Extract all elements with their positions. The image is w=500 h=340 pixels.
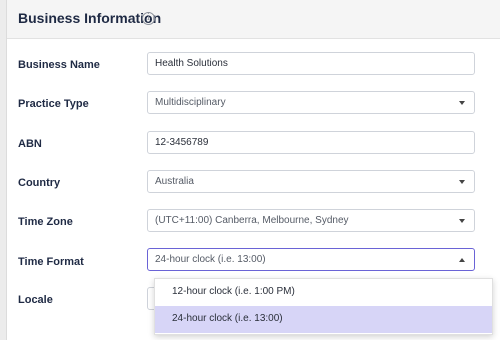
chevron-down-icon: [459, 219, 465, 223]
time-format-select[interactable]: 24-hour clock (i.e. 13:00): [147, 248, 475, 271]
time-zone-select[interactable]: (UTC+11:00) Canberra, Melbourne, Sydney: [147, 209, 475, 232]
dropdown-option-24-hour[interactable]: 24-hour clock (i.e. 13:00): [155, 306, 492, 333]
section-title: Business Information: [18, 10, 162, 26]
dropdown-option-label: 24-hour clock (i.e. 13:00): [172, 313, 283, 324]
time-format-dropdown-menu: 12-hour clock (i.e. 1:00 PM) 24-hour clo…: [154, 278, 493, 335]
abn-label: ABN: [18, 138, 42, 150]
chevron-up-icon: [459, 258, 465, 262]
practice-type-select[interactable]: Multidisciplinary: [147, 91, 475, 114]
time-zone-label: Time Zone: [18, 216, 73, 228]
dropdown-option-label: 12-hour clock (i.e. 1:00 PM): [172, 286, 295, 297]
chevron-down-icon: [459, 180, 465, 184]
abn-input[interactable]: 12-3456789: [147, 131, 475, 154]
country-select[interactable]: Australia: [147, 170, 475, 193]
time-zone-value: (UTC+11:00) Canberra, Melbourne, Sydney: [155, 215, 349, 226]
practice-type-value: Multidisciplinary: [155, 97, 226, 108]
card-header: Business Information i: [7, 0, 500, 39]
country-label: Country: [18, 177, 61, 189]
time-format-value: 24-hour clock (i.e. 13:00): [155, 254, 266, 265]
business-name-value: Health Solutions: [155, 58, 228, 69]
business-name-input[interactable]: Health Solutions: [147, 52, 475, 75]
country-value: Australia: [155, 176, 194, 187]
abn-value: 12-3456789: [155, 137, 209, 148]
dropdown-option-12-hour[interactable]: 12-hour clock (i.e. 1:00 PM): [155, 279, 492, 306]
business-name-label: Business Name: [18, 59, 100, 71]
info-icon[interactable]: i: [142, 12, 155, 25]
practice-type-label: Practice Type: [18, 98, 89, 110]
time-format-label: Time Format: [18, 256, 84, 268]
locale-label: Locale: [18, 294, 53, 306]
chevron-down-icon: [459, 101, 465, 105]
